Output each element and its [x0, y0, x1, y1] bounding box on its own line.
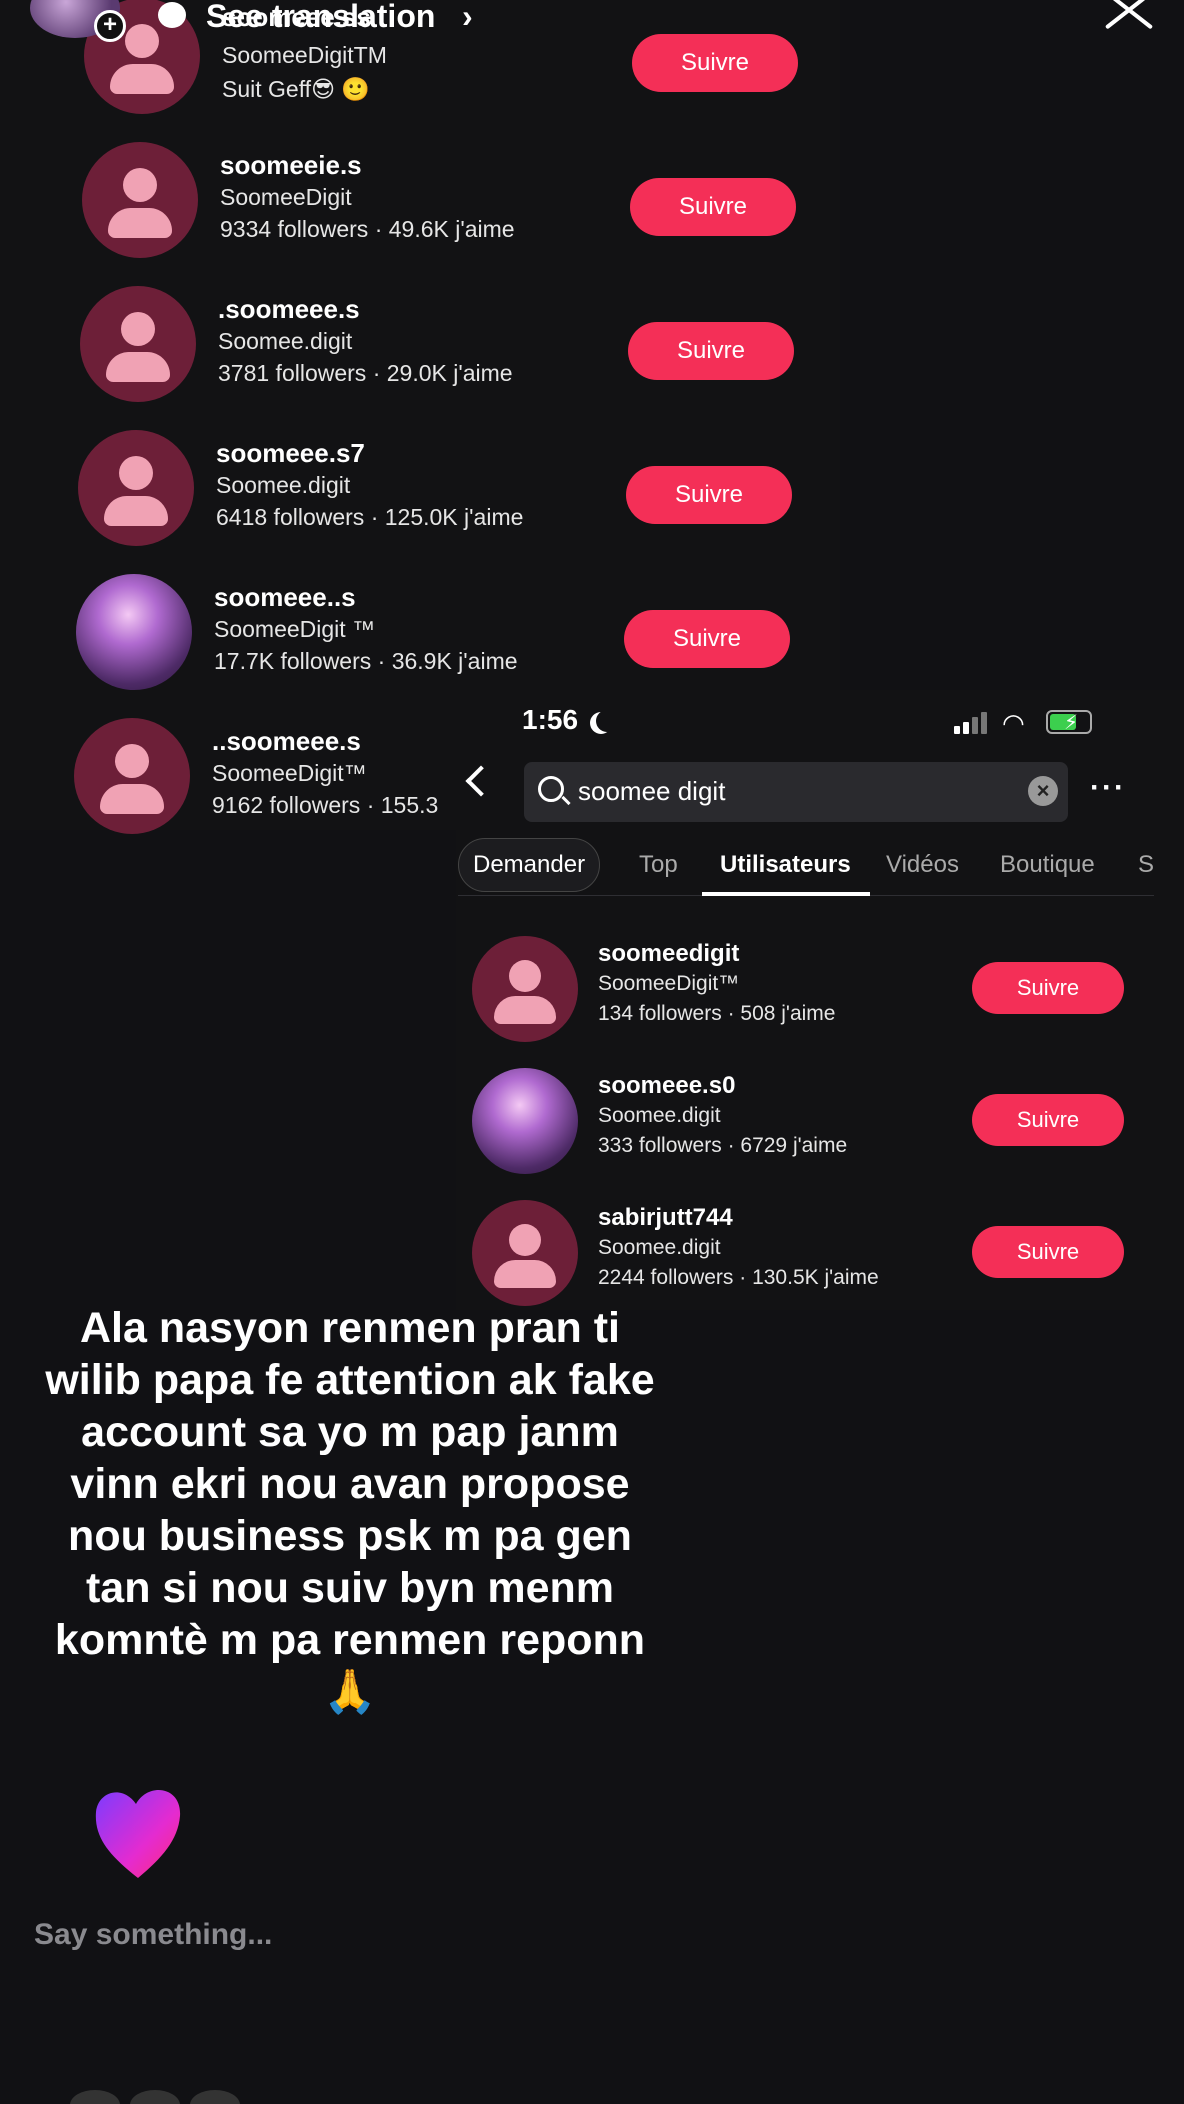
search-bar[interactable]: ×	[524, 762, 1068, 822]
tab-utilisateurs[interactable]: Utilisateurs	[720, 836, 851, 896]
username: soomeee.s7	[216, 438, 365, 468]
comment-input[interactable]: Say something...	[34, 1918, 272, 1952]
follow-button[interactable]: Suivre	[626, 466, 792, 524]
follow-button[interactable]: Suivre	[972, 962, 1124, 1014]
avatar[interactable]	[74, 718, 190, 834]
stats: 2244 followers · 130.5K j'aime	[598, 1266, 879, 1289]
avatar[interactable]	[472, 1200, 578, 1306]
battery-icon: ⚡	[1046, 710, 1092, 734]
close-icon[interactable]	[1100, 0, 1160, 30]
heart-sticker	[95, 1790, 181, 1878]
follow-button[interactable]: Suivre	[630, 178, 796, 236]
username: .soomeee.s	[218, 294, 360, 324]
stats: 9334 followers · 49.6K j'aime	[220, 216, 515, 242]
display-name: SoomeeDigitTM	[222, 42, 387, 68]
signal-icon	[954, 712, 990, 734]
chevron-right-icon[interactable]: ›	[462, 0, 473, 35]
status-time: 1:56	[522, 704, 579, 735]
wifi-icon: ◠	[1002, 708, 1025, 738]
more-icon[interactable]: ···	[1090, 773, 1126, 803]
display-name: Soomee.digit	[598, 1236, 721, 1259]
avatar[interactable]	[80, 286, 196, 402]
tab-top[interactable]: Top	[639, 836, 678, 896]
follow-button[interactable]: Suivre	[972, 1226, 1124, 1278]
stats: 3781 followers · 29.0K j'aime	[218, 360, 513, 386]
username: sabirjutt744	[598, 1204, 733, 1231]
follow-button[interactable]: Suivre	[624, 610, 790, 668]
follow-button[interactable]: Suivre	[628, 322, 794, 380]
story-header: + See translation ›	[0, 0, 1184, 42]
active-tab-indicator	[702, 892, 870, 896]
username: ..soomeee.s	[212, 726, 361, 756]
avatar[interactable]	[82, 142, 198, 258]
see-translation-link[interactable]: See translation	[206, 0, 435, 35]
display-name: Soomee.digit	[218, 328, 353, 354]
username: soomeeie.s	[220, 150, 362, 180]
clear-icon[interactable]: ×	[1028, 776, 1058, 806]
search-input[interactable]	[578, 776, 998, 807]
stats: 333 followers · 6729 j'aime	[598, 1134, 848, 1157]
avatar[interactable]	[76, 574, 192, 690]
translate-icon[interactable]	[158, 2, 186, 28]
display-name: SoomeeDigit	[220, 184, 352, 210]
avatar[interactable]	[472, 936, 578, 1042]
moon-icon	[596, 710, 618, 732]
bottom-avatars	[70, 2090, 370, 2104]
bio: Suit Geff😎 🙂	[222, 76, 371, 102]
avatar[interactable]	[472, 1068, 578, 1174]
search-icon	[538, 776, 564, 802]
display-name: SoomeeDigit™	[212, 760, 367, 786]
display-name: Soomee.digit	[216, 472, 351, 498]
username: soomeee..s	[214, 582, 356, 612]
avatar[interactable]	[78, 430, 194, 546]
display-name: SoomeeDigit ™	[214, 616, 376, 642]
stats: 17.7K followers · 36.9K j'aime	[214, 648, 518, 674]
tab-boutique[interactable]: Boutique	[1000, 836, 1095, 896]
username: soomeee.s0	[598, 1072, 736, 1099]
tab-more[interactable]: S	[1138, 836, 1154, 896]
tab-videos[interactable]: Vidéos	[886, 836, 959, 896]
username: soomeedigit	[598, 940, 740, 967]
search-tabs: Demander Top Utilisateurs Vidéos Boutiqu…	[458, 836, 1154, 896]
follow-button[interactable]: Suivre	[972, 1094, 1124, 1146]
display-name: SoomeeDigit™	[598, 972, 740, 995]
stats: 6418 followers · 125.0K j'aime	[216, 504, 524, 530]
follow-button[interactable]: Suivre	[632, 34, 798, 92]
story-caption: Ala nasyon renmen pran ti wilib papa fe …	[45, 1304, 655, 1716]
stats: 9162 followers · 155.3	[212, 792, 439, 818]
stats: 134 followers · 508 j'aime	[598, 1002, 836, 1025]
tab-demander[interactable]: Demander	[458, 838, 601, 892]
display-name: Soomee.digit	[598, 1104, 721, 1127]
plus-icon[interactable]: +	[94, 10, 126, 42]
